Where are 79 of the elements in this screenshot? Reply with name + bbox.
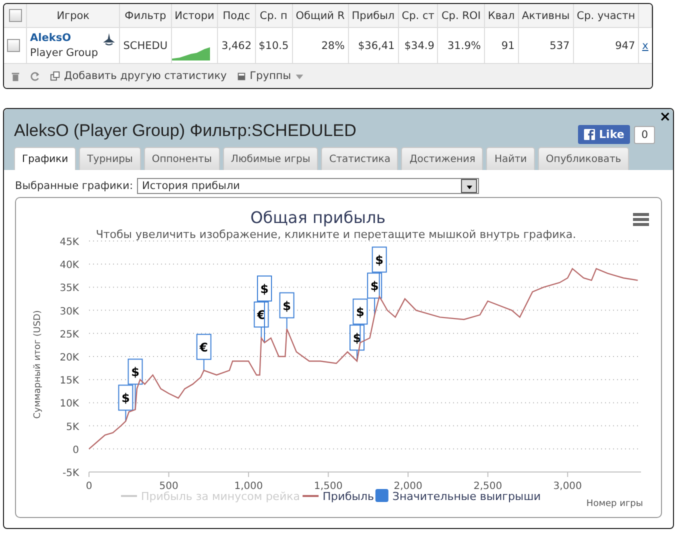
tab[interactable]: Найти <box>486 147 535 170</box>
save-icon <box>236 70 247 82</box>
table-cell: 28% <box>321 40 345 52</box>
annotation: $ <box>352 331 362 346</box>
annotation: $ <box>356 305 364 320</box>
table-cell: $36,41 <box>358 40 395 52</box>
remove-link[interactable]: x <box>642 40 648 52</box>
close-button[interactable]: × <box>659 109 671 125</box>
annotation: $ <box>131 365 140 380</box>
table-cell: 3,462 <box>221 40 252 52</box>
column-header[interactable]: Игрок <box>56 10 90 22</box>
y-tick-label: 35K <box>60 283 79 294</box>
shark-icon <box>102 32 116 46</box>
tab[interactable]: Опубликовать <box>538 147 630 170</box>
y-tick-label: -5K <box>62 468 79 479</box>
tab[interactable]: Статистика <box>321 147 398 170</box>
x-tick-label: 2,500 <box>474 481 502 492</box>
table-cell: 31.9% <box>448 40 481 52</box>
table-cell: $34.9 <box>404 40 434 52</box>
add-stat-button[interactable]: Добавить другую статистику <box>50 70 227 82</box>
win-flag: $ <box>279 292 294 330</box>
like-count: 0 <box>634 126 655 144</box>
chart-subtitle: Чтобы увеличить изображение, кликните и перетащите мышкой внутрь графика. <box>96 228 576 241</box>
table-cell: SCHEDU <box>123 40 168 52</box>
like-button[interactable]: Like <box>578 125 630 144</box>
player-link[interactable]: AleksO <box>30 32 98 44</box>
win-flag: $ <box>367 272 382 316</box>
tab[interactable]: Любимые игры <box>222 147 318 170</box>
legend-label[interactable]: Значительные выигрыши <box>392 490 541 503</box>
y-tick-label: 30K <box>60 306 79 318</box>
tab[interactable]: Графики <box>14 147 76 170</box>
x-tick-label: 1,000 <box>234 481 263 492</box>
x-axis-label: Номер игры <box>586 499 643 509</box>
y-axis-label: Суммарный итог (USD) <box>33 310 43 419</box>
dialog-title: AleksO (Player Group) Фильтр:SCHEDULED <box>14 120 356 140</box>
tab[interactable]: Оппоненты <box>144 147 220 170</box>
table-cell: 537 <box>550 40 570 52</box>
select-label: Выбранные графики: <box>15 180 134 192</box>
x-tick-label: 500 <box>159 481 178 492</box>
menu-icon <box>633 213 649 226</box>
groups-button[interactable]: Группы <box>236 70 306 82</box>
y-tick-label: 15K <box>60 376 79 387</box>
win-flag: € <box>254 302 269 339</box>
annotation: $ <box>122 391 130 406</box>
trash-icon <box>10 70 21 82</box>
refresh-icon <box>30 70 41 82</box>
win-flag: $ <box>118 384 134 422</box>
tab[interactable]: Турниры <box>79 147 141 170</box>
y-tick-label: 0 <box>72 444 79 456</box>
y-tick-label: 20K <box>60 352 79 364</box>
player-group: Player Group <box>30 47 98 59</box>
table-cell: 91 <box>501 40 515 52</box>
win-flag: $ <box>350 324 365 362</box>
copy-icon <box>50 70 61 82</box>
tab[interactable]: Достижения <box>401 147 484 170</box>
annotation: € <box>256 308 266 322</box>
table-cell: $10.5 <box>258 40 289 52</box>
chart-title: Общая прибыль <box>250 208 386 227</box>
facebook-icon <box>584 129 596 140</box>
x-tick-label: 3,000 <box>553 481 582 492</box>
x-tick-label: 1,500 <box>314 481 343 492</box>
annotation: $ <box>375 253 384 268</box>
chart-select[interactable]: История прибыли <box>137 178 480 194</box>
annotation: $ <box>282 298 292 313</box>
y-tick-label: 45K <box>60 237 79 248</box>
y-tick-label: 5K <box>66 422 79 433</box>
checkbox[interactable] <box>7 39 20 52</box>
annotation: $ <box>370 279 379 294</box>
y-tick-label: 40K <box>60 260 79 272</box>
annotation: $ <box>260 282 269 296</box>
legend-label[interactable]: Прибыль <box>322 490 374 503</box>
checkbox[interactable] <box>8 9 22 22</box>
annotation: € <box>198 340 208 354</box>
win-flag: € <box>196 334 212 371</box>
x-tick-label: 2,000 <box>394 481 422 492</box>
y-tick-label: 25K <box>60 329 79 340</box>
table-cell: 947 <box>615 40 636 52</box>
x-tick-label: 0 <box>86 481 92 492</box>
y-tick-label: 10K <box>60 398 79 410</box>
